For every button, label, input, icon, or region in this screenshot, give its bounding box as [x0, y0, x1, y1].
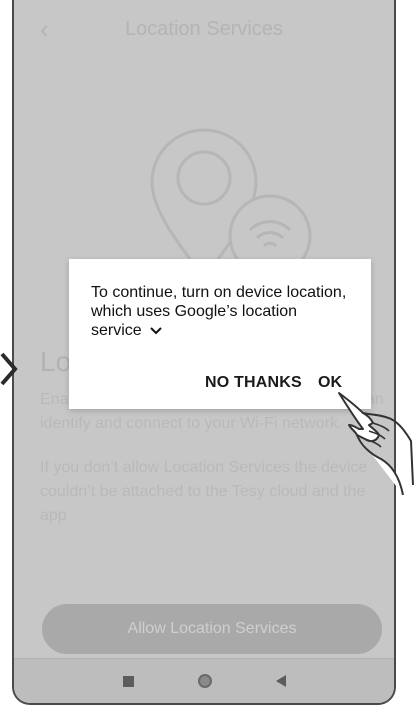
chevron-down-icon[interactable]	[150, 327, 162, 335]
dialog-message: To continue, turn on device location, wh…	[91, 283, 351, 340]
home-icon[interactable]	[197, 674, 212, 688]
page-title: Location Services	[125, 18, 283, 40]
enable-text-line-2: identify and connect to your Wi-Fi netwo…	[40, 415, 343, 432]
back-icon[interactable]	[275, 675, 286, 687]
allow-location-button[interactable]: Allow Location Services	[42, 604, 382, 654]
recent-apps-icon[interactable]	[122, 675, 134, 687]
dialog-message-text: To continue, turn on device location, wh…	[91, 284, 347, 339]
enable-text-fragment-start: Ena	[40, 391, 69, 408]
system-nav-bar	[14, 658, 394, 703]
section-heading: Lo	[40, 346, 72, 377]
chevron-right-icon	[0, 352, 18, 386]
app-bar: ‹ Location Services	[14, 0, 394, 64]
pointing-hand-icon	[338, 392, 414, 495]
location-dialog: To continue, turn on device location, wh…	[69, 259, 371, 409]
no-thanks-button[interactable]: NO THANKS	[205, 374, 302, 392]
